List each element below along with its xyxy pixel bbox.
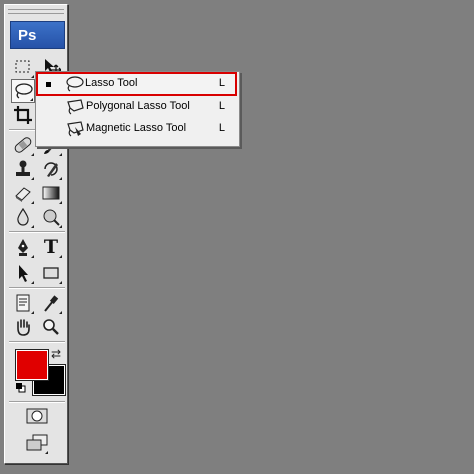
- zoom-tool-button[interactable]: [39, 315, 63, 339]
- notes-tool-button[interactable]: [11, 291, 35, 315]
- magnetic-lasso-icon: [67, 121, 84, 137]
- rectangle-icon: [43, 267, 59, 279]
- pen-icon: [18, 239, 28, 256]
- arrow-icon: [19, 265, 28, 282]
- lasso-tools-flyout-menu: Lasso Tool L Polygonal Lasso Tool L Magn…: [35, 71, 240, 147]
- photoshop-logo[interactable]: Ps: [10, 21, 65, 49]
- toolbox-separator: [9, 231, 65, 233]
- menu-item-shortcut: L: [218, 122, 225, 134]
- blur-tool-button[interactable]: [11, 205, 35, 229]
- history-brush-tool-button[interactable]: [39, 157, 63, 181]
- crop-icon: [14, 106, 32, 124]
- healing-brush-tool-button[interactable]: [11, 133, 35, 157]
- menu-item-shortcut: L: [218, 77, 225, 89]
- eyedropper-tool-button[interactable]: [39, 291, 63, 315]
- screen-mode-button[interactable]: [25, 431, 49, 455]
- type-icon: T: [43, 236, 59, 258]
- eraser-icon: [15, 187, 31, 202]
- menu-item-shortcut: L: [218, 100, 225, 112]
- stamp-icon: [16, 160, 30, 176]
- menu-item-label: Polygonal Lasso Tool: [86, 100, 190, 112]
- eyedropper-icon: [44, 295, 59, 312]
- zoom-icon: [43, 319, 59, 335]
- path-selection-tool-button[interactable]: [11, 261, 35, 285]
- pen-tool-button[interactable]: [11, 235, 35, 259]
- history-brush-icon: [44, 162, 58, 177]
- selected-bullet-icon: [46, 82, 51, 87]
- lasso-tool-button[interactable]: [11, 79, 35, 103]
- menu-item-label: Lasso Tool: [85, 77, 138, 89]
- hand-icon: [17, 319, 30, 336]
- dodge-icon: [43, 209, 60, 226]
- gradient-icon: [42, 186, 60, 200]
- polygonal-lasso-icon: [67, 99, 84, 115]
- gradient-tool-button[interactable]: [39, 181, 63, 205]
- foreground-color-swatch[interactable]: [16, 350, 48, 380]
- menu-item-polygonal-lasso-tool[interactable]: Polygonal Lasso Tool L: [39, 97, 235, 117]
- menu-item-label: Magnetic Lasso Tool: [86, 122, 187, 134]
- quick-mask-icon: [26, 408, 48, 424]
- type-tool-button[interactable]: T: [39, 235, 63, 259]
- notes-icon: [16, 294, 30, 312]
- toolbox-separator: [9, 401, 65, 403]
- hand-tool-button[interactable]: [11, 315, 35, 339]
- menu-item-magnetic-lasso-tool[interactable]: Magnetic Lasso Tool L: [39, 119, 235, 139]
- toolbox-separator: [9, 341, 65, 343]
- screen-mode-icon: [26, 434, 48, 451]
- drop-icon: [17, 207, 29, 226]
- dodge-tool-button[interactable]: [39, 205, 63, 229]
- quick-mask-button[interactable]: [25, 404, 49, 428]
- default-colors-icon[interactable]: [16, 383, 26, 393]
- marquee-icon: [15, 60, 30, 73]
- swap-colors-icon[interactable]: ⇄: [51, 347, 61, 361]
- toolbox-separator: [9, 287, 65, 289]
- menu-item-lasso-tool[interactable]: Lasso Tool L: [36, 72, 237, 96]
- clone-stamp-tool-button[interactable]: [11, 157, 35, 181]
- eraser-tool-button[interactable]: [11, 181, 35, 205]
- marquee-tool-button[interactable]: [11, 55, 35, 79]
- lasso-icon: [66, 76, 84, 92]
- crop-tool-button[interactable]: [11, 103, 35, 127]
- shape-tool-button[interactable]: [39, 261, 63, 285]
- panel-grip[interactable]: [8, 9, 64, 14]
